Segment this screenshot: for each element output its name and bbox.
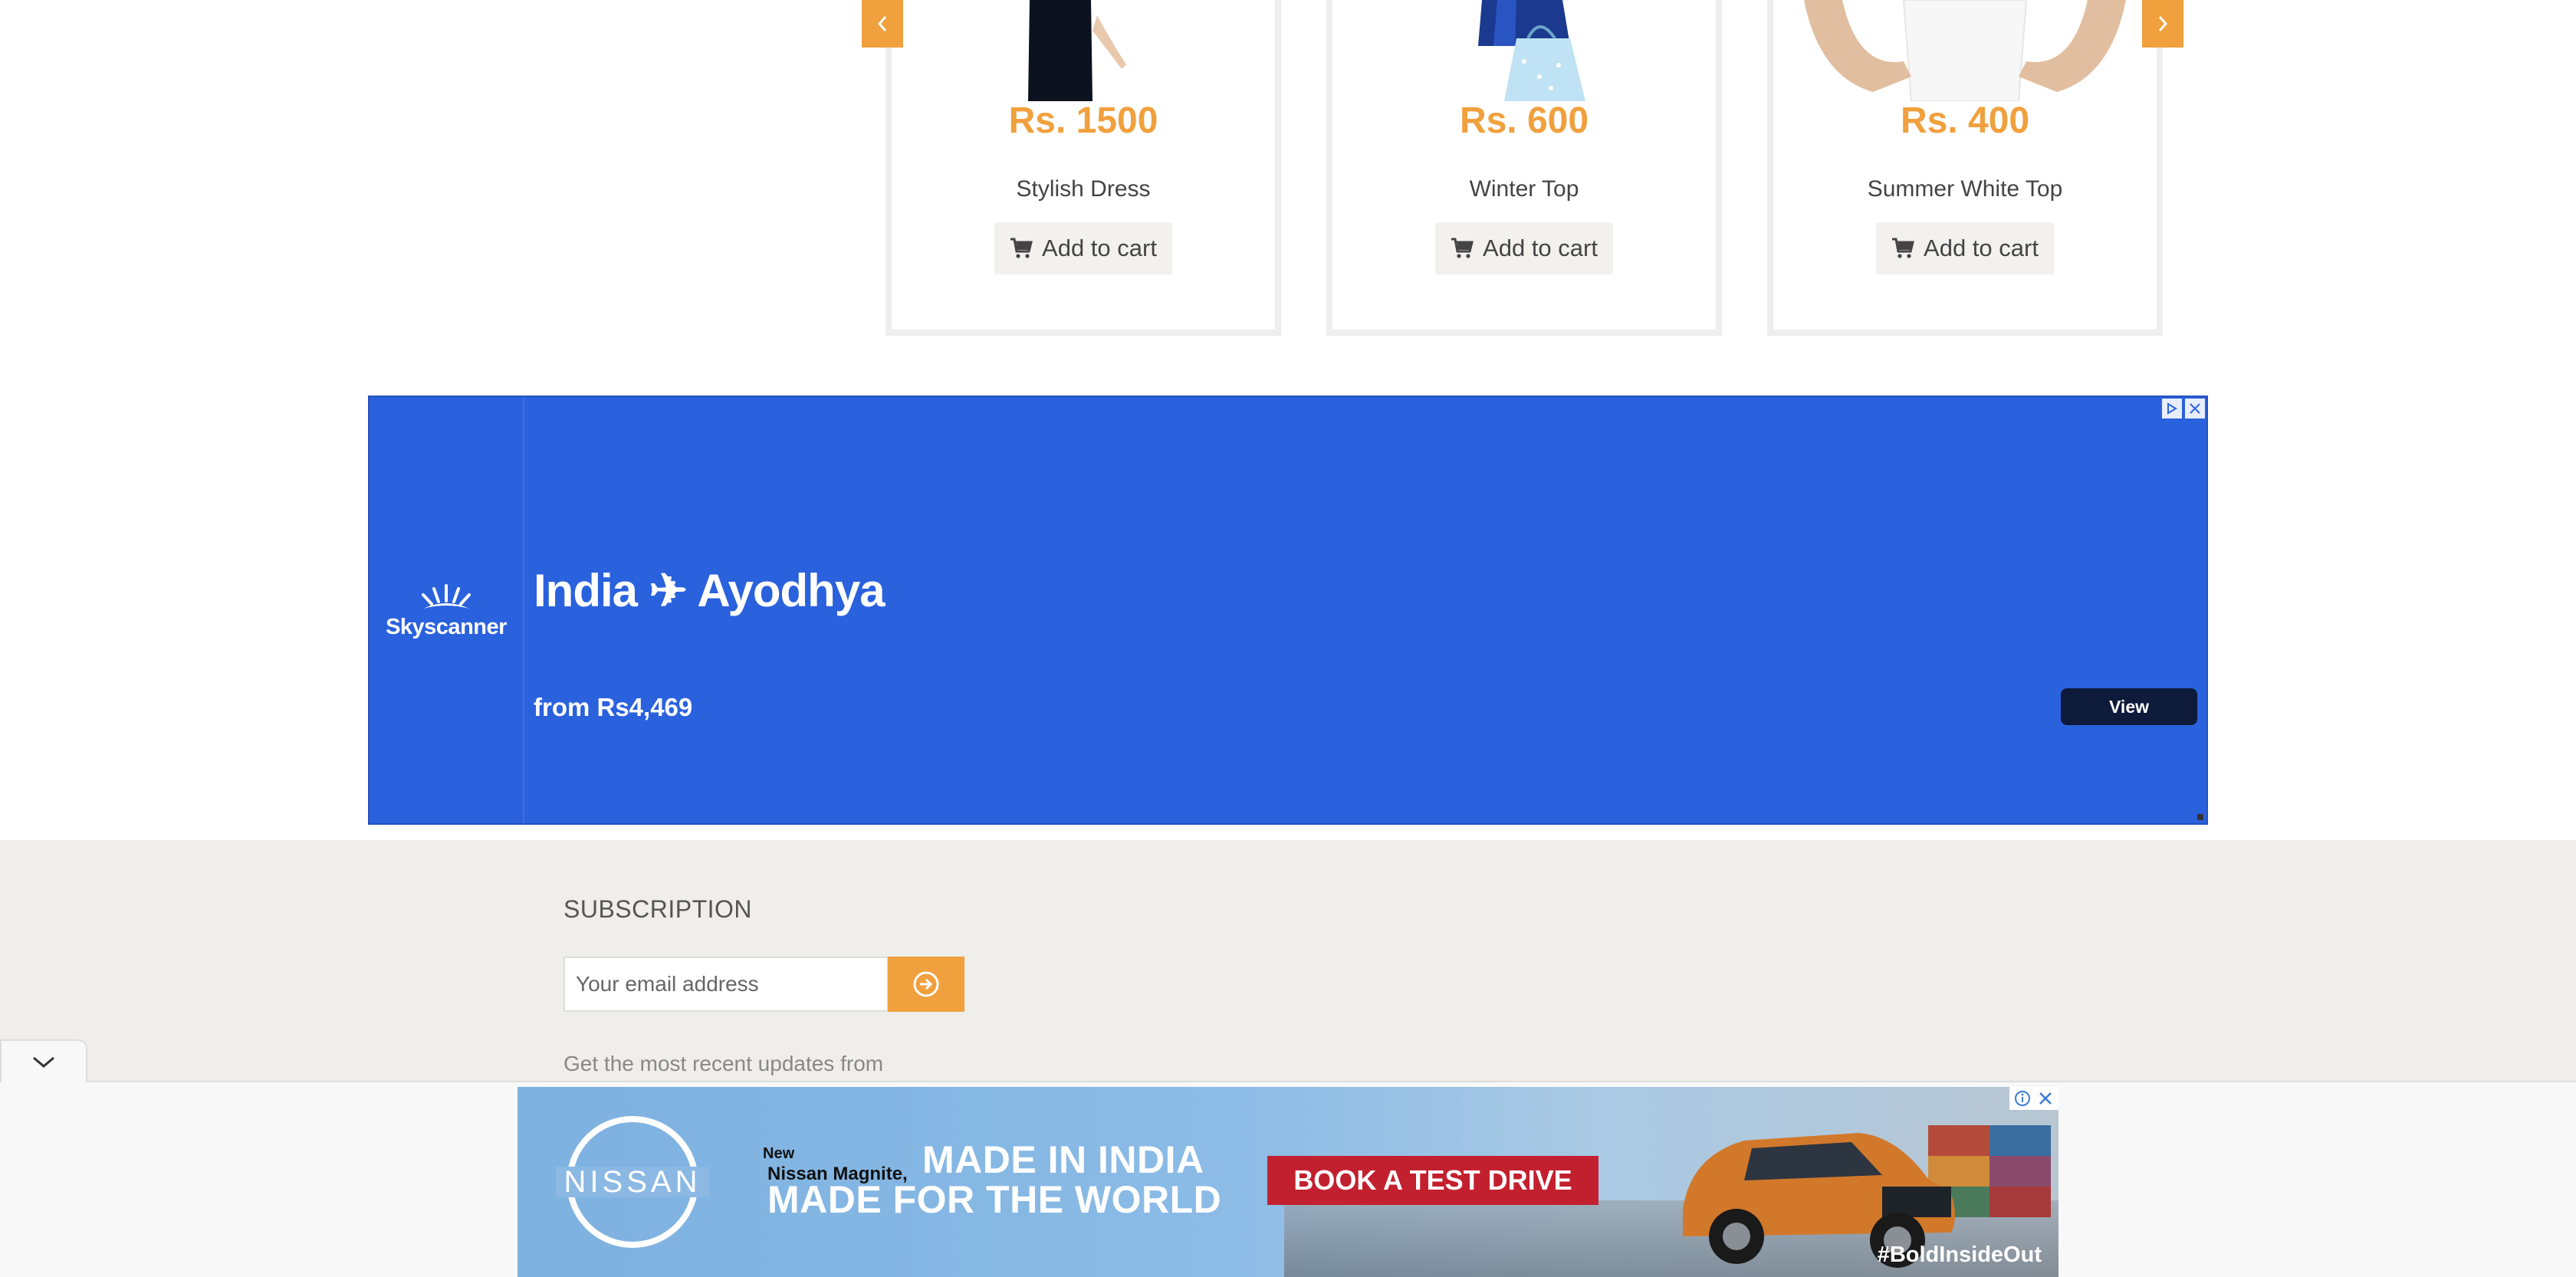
- subscription-heading: SUBSCRIPTION: [564, 895, 753, 923]
- skyscanner-logo-panel: Skyscanner: [370, 397, 524, 823]
- product-image[interactable]: [892, 0, 1275, 101]
- ad-new-label: New: [763, 1145, 795, 1162]
- subscribe-button[interactable]: [888, 957, 964, 1012]
- carousel-next-button[interactable]: [2142, 0, 2183, 48]
- chevron-right-icon: [2158, 16, 2168, 31]
- product-name[interactable]: Stylish Dress: [892, 176, 1275, 202]
- product-card: Rs. 600 Winter Top Add to cart: [1326, 0, 1722, 336]
- close-icon: [2039, 1092, 2052, 1105]
- product-card: Rs. 400 Summer White Top Add to cart: [1767, 0, 2163, 336]
- chevron-down-icon: [33, 1056, 54, 1068]
- product-price: Rs. 600: [1459, 100, 1589, 141]
- book-test-drive-button[interactable]: BOOK A TEST DRIVE: [1267, 1156, 1598, 1205]
- nissan-logo: NISSAN: [556, 1116, 709, 1248]
- subscription-note: Get the most recent updates from: [564, 1052, 884, 1075]
- email-input[interactable]: [564, 957, 889, 1012]
- skyscanner-brand-name: Skyscanner: [386, 615, 507, 639]
- add-to-cart-label: Add to cart: [1042, 235, 1157, 261]
- ad-close-button[interactable]: [2036, 1088, 2055, 1108]
- ad-hashtag: #BoldInsideOut: [1877, 1243, 2042, 1267]
- info-icon: [2015, 1091, 2030, 1106]
- adchoices-button[interactable]: [2013, 1088, 2032, 1108]
- ad-controls: [2160, 397, 2206, 420]
- ad-headline-2: MADE FOR THE WORLD: [767, 1178, 1222, 1221]
- ad-close-button[interactable]: [2183, 397, 2206, 420]
- ad-headline-1: MADE IN INDIA: [922, 1138, 1204, 1181]
- product-image[interactable]: [1332, 0, 1716, 101]
- ad-route-title: India ✈ Ayodhya: [534, 565, 886, 616]
- skyscanner-logo: Skyscanner: [370, 581, 523, 640]
- adchoices-icon: [2167, 402, 2177, 415]
- sunrise-icon: [422, 584, 471, 609]
- cart-icon: [1010, 238, 1033, 258]
- cart-icon: [1451, 238, 1474, 258]
- product-name[interactable]: Summer White Top: [1773, 176, 2157, 202]
- product-image[interactable]: [1773, 0, 2157, 101]
- product-name[interactable]: Winter Top: [1332, 176, 1716, 202]
- add-to-cart-button[interactable]: Add to cart: [994, 222, 1172, 274]
- product-price: Rs. 400: [1900, 100, 2030, 141]
- collapse-ad-button[interactable]: [0, 1039, 87, 1082]
- add-to-cart-button[interactable]: Add to cart: [1435, 222, 1613, 274]
- carousel-prev-button[interactable]: [862, 0, 903, 48]
- product-carousel: Rs. 1500 Stylish Dress Add to cart Rs. 6…: [0, 0, 2576, 337]
- chevron-left-icon: [877, 16, 887, 31]
- arrow-circle-right-icon: [913, 971, 939, 997]
- product-price: Rs. 1500: [1008, 100, 1158, 141]
- ad-corner-marker: [2197, 814, 2203, 820]
- close-icon: [2190, 403, 2200, 414]
- add-to-cart-button[interactable]: Add to cart: [1876, 222, 2054, 274]
- ad-view-button[interactable]: View: [2061, 688, 2197, 725]
- add-to-cart-label: Add to cart: [1483, 235, 1598, 261]
- skyscanner-ad-banner[interactable]: Skyscanner India ✈ Ayodhya from Rs4,469 …: [368, 396, 2208, 825]
- cart-icon: [1892, 238, 1914, 258]
- ad-price-line: from Rs4,469: [534, 693, 693, 721]
- nissan-logo-text: NISSAN: [564, 1165, 702, 1199]
- adchoices-button[interactable]: [2160, 397, 2183, 420]
- ad-controls: [2009, 1087, 2058, 1110]
- add-to-cart-label: Add to cart: [1924, 235, 2039, 261]
- nissan-ad-banner[interactable]: NISSAN New Nissan Magnite, MADE IN INDIA…: [518, 1087, 2058, 1277]
- product-card: Rs. 1500 Stylish Dress Add to cart: [886, 0, 1281, 336]
